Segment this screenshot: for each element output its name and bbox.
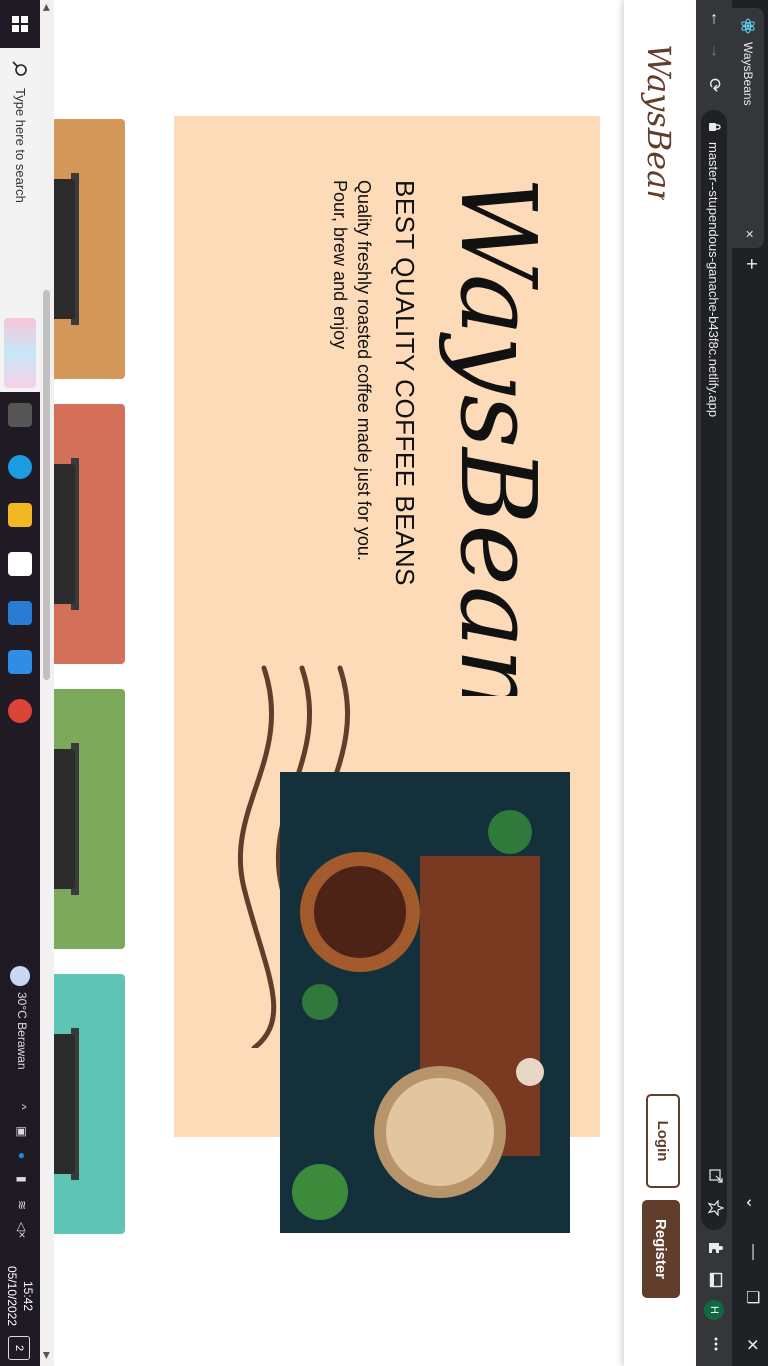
store-icon[interactable]	[8, 552, 32, 576]
search-placeholder: Type here to search	[13, 88, 28, 203]
volume-muted-icon[interactable]: ◁×	[15, 1222, 29, 1238]
restore-button[interactable]: ❐	[742, 1290, 762, 1304]
edge-icon[interactable]	[8, 455, 32, 479]
hero-description-line1: Quality freshly roasted coffee made just…	[354, 180, 374, 561]
hero-tagline: BEST QUALITY COFFEE BEANS	[390, 180, 420, 586]
show-hidden-icons[interactable]: ^	[15, 1104, 29, 1110]
scrollbar-thumb[interactable]	[43, 290, 50, 680]
windows-taskbar: Type here to search 30°C Berawan ^ ▣ ● ▮…	[0, 0, 40, 1366]
taskbar-search[interactable]: Type here to search	[0, 48, 40, 392]
scroll-left-icon[interactable]: ◀	[40, 4, 54, 11]
login-button[interactable]: Login	[646, 1094, 680, 1188]
search-icon	[12, 61, 27, 76]
close-window-button[interactable]: ✕	[742, 1338, 762, 1351]
azure-icon[interactable]	[8, 650, 32, 674]
weather-icon	[10, 966, 30, 986]
task-view-icon[interactable]	[8, 403, 32, 427]
back-button[interactable]: ↑	[710, 8, 719, 28]
site-navbar: WaysBeans Login Register	[624, 0, 696, 1366]
waysbeans-logo[interactable]: WaysBeans	[634, 40, 686, 200]
url-text: master--stupendous-ganache-b43f8c.netlif…	[706, 142, 721, 418]
forward-button[interactable]: ↓	[710, 40, 719, 60]
react-icon	[741, 18, 755, 34]
hero-description-line2: Pour, brew and enjoy	[330, 180, 350, 350]
weather-text[interactable]: 30°C Berawan	[15, 992, 29, 1070]
browser-tab[interactable]: WaysBeans ×	[732, 8, 764, 248]
minimize-button[interactable]: —	[744, 1244, 762, 1260]
register-button[interactable]: Register	[642, 1200, 680, 1298]
file-explorer-icon[interactable]	[8, 503, 32, 527]
tab-search-button[interactable]: ⌄	[742, 1196, 762, 1209]
scroll-right-icon[interactable]: ▶	[40, 1352, 54, 1359]
chrome-icon[interactable]	[8, 699, 32, 723]
wifi-icon[interactable]: ≋	[15, 1200, 29, 1210]
search-highlight-art	[4, 318, 36, 388]
new-tab-button[interactable]: +	[739, 258, 762, 270]
lock-icon	[709, 123, 721, 131]
extensions-icon[interactable]	[708, 1240, 724, 1256]
menu-icon[interactable]	[708, 1336, 724, 1352]
hero-waysbeans-logo: WaysBeans	[437, 176, 559, 696]
clock-date: 05/10/2022	[5, 1265, 19, 1327]
reload-button[interactable]: ⟳	[704, 78, 724, 92]
horizontal-scrollbar[interactable]: ◀ ▶	[40, 0, 54, 1366]
tab-close-button[interactable]: ×	[742, 230, 758, 238]
battery-icon[interactable]: ▮	[15, 1176, 29, 1183]
profile-avatar[interactable]: H	[704, 1300, 724, 1320]
logo-text: WaysBeans	[640, 44, 678, 200]
screen: WaysBeans × + ⌄ — ❐ ✕ ↑ ↓ ⟳ master--stup…	[0, 0, 768, 1366]
coffee-photo	[280, 772, 570, 1233]
bluetooth-icon[interactable]: ●	[15, 1152, 29, 1159]
star-icon[interactable]	[708, 1200, 724, 1216]
tab-title: WaysBeans	[741, 42, 755, 106]
system-clock[interactable]: 15:42 05/10/2022	[4, 1264, 36, 1328]
sidebar-icon[interactable]	[708, 1272, 724, 1288]
browser-tab-strip: WaysBeans × + ⌄ — ❐ ✕	[732, 0, 768, 1366]
page-viewport: WaysBeans Login Register WaysBeans BEST …	[40, 0, 696, 1366]
tray-device-icon[interactable]: ▣	[15, 1126, 29, 1137]
notification-center[interactable]: 2	[8, 1336, 30, 1360]
browser-toolbar: ↑ ↓ ⟳ master--stupendous-ganache-b43f8c.…	[696, 0, 732, 1366]
vscode-icon[interactable]	[8, 601, 32, 625]
windows-start-icon[interactable]	[0, 0, 40, 48]
hero-logo-text: WaysBeans	[437, 176, 559, 696]
address-bar[interactable]: master--stupendous-ganache-b43f8c.netlif…	[701, 110, 727, 1230]
clock-time: 15:42	[21, 1280, 35, 1312]
share-icon[interactable]	[708, 1168, 724, 1184]
hero-description: Quality freshly roasted coffee made just…	[328, 180, 376, 680]
